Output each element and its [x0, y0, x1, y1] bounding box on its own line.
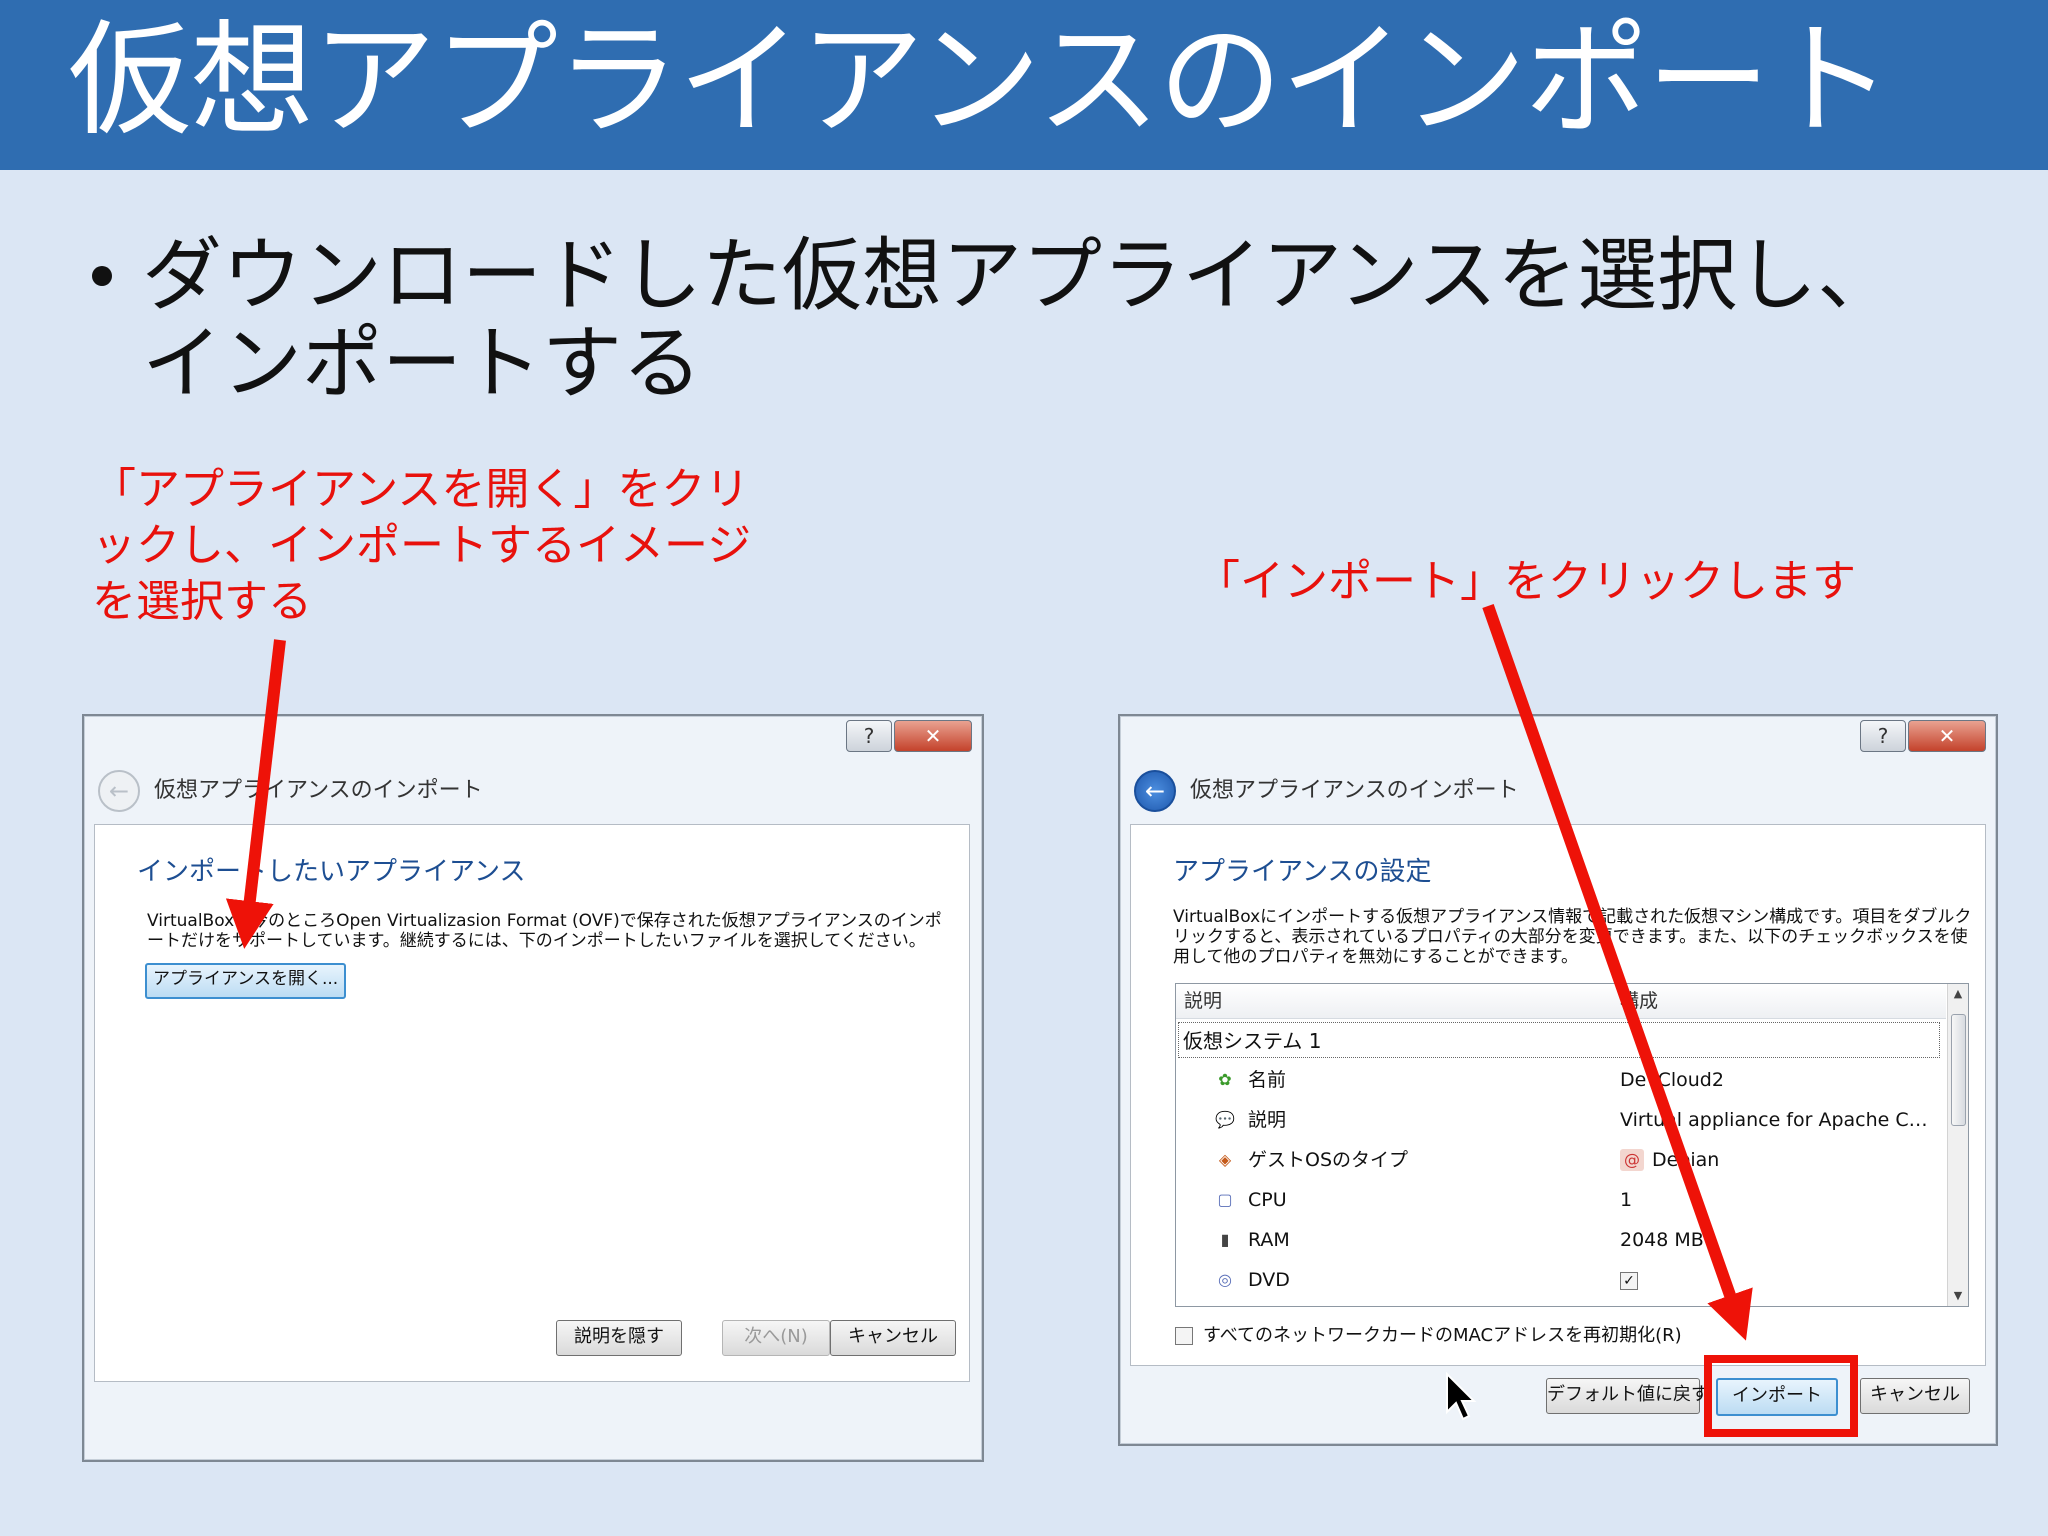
mouse-cursor-icon: [1446, 1371, 1477, 1421]
arrow-to-import-button: [1482, 604, 1753, 1341]
annotation-overlay: [225, 604, 1753, 1421]
arrow-to-open-button: [225, 639, 286, 949]
